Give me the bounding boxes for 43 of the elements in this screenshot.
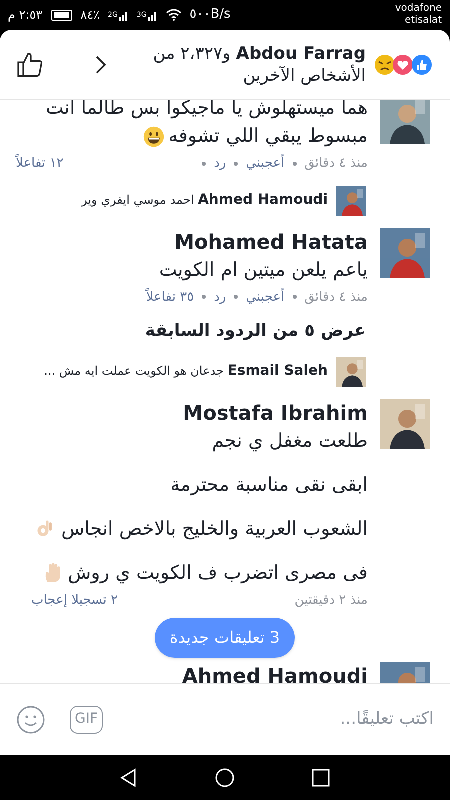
separator-dot-icon (292, 162, 297, 166)
comment-text: طلعت مغفل ي نجم (211, 428, 368, 454)
wifi-icon (166, 9, 182, 21)
reactions-count[interactable]: ٢ تسجيلا إعجاب (31, 590, 118, 610)
separator-dot-icon (202, 295, 206, 300)
recents-icon[interactable] (311, 768, 331, 788)
signal-icon (118, 10, 129, 20)
reactions-count[interactable]: ٣٥ تفاعلاً (146, 288, 194, 307)
comment-time: منذ ٢ دقيقتين (294, 592, 368, 610)
network-speed: ٥٠٠B/s (190, 6, 231, 24)
reaction-icons (374, 54, 434, 76)
carrier-name: vodafone (395, 3, 442, 15)
comment-input[interactable]: اكتب تعليقًا... (119, 706, 434, 732)
comment-text: ياعم يلعن ميتين ام الكويت (158, 258, 368, 283)
signal-icon (148, 10, 158, 20)
new-comments-button[interactable]: 3 تعليقات جديدة (155, 618, 295, 658)
commenter-name[interactable]: Mostafa Ibrahim (31, 398, 368, 426)
carrier-name: etisalat (404, 15, 442, 27)
like-link[interactable]: أعجبني (246, 288, 285, 307)
battery-percent: ٨٤٪ (80, 7, 100, 24)
comment-text: الشعوب العربية والخليج بالاخص انجاس (31, 514, 368, 542)
grinning-face-icon (142, 126, 165, 148)
reply-link[interactable]: رد (214, 288, 226, 307)
commenter-name[interactable]: Ahmed Hamoudi (182, 662, 368, 683)
reply-link[interactable]: رد (214, 154, 226, 174)
back-icon[interactable] (119, 768, 139, 788)
view-previous-replies-link[interactable]: عرض ٥ من الردود السابقة (145, 319, 450, 344)
separator-dot-icon (234, 295, 238, 300)
comment-text: ابقى نقى مناسبة محترمة (170, 472, 368, 498)
separator-dot-icon (202, 162, 206, 166)
emoji-icon[interactable] (16, 704, 46, 734)
like-link[interactable]: أعجبني (246, 154, 285, 174)
reactions-count[interactable]: ١٢ تفاعلاً (16, 154, 64, 174)
comment-time: منذ ٤ دقائق (304, 155, 368, 173)
gif-button[interactable]: GIF (70, 706, 104, 734)
separator-dot-icon (292, 295, 297, 300)
home-icon[interactable] (215, 768, 235, 788)
comment-text: فى مصرى اتضرب ف الكويت ي روش (31, 558, 368, 586)
separator-dot-icon (234, 162, 238, 166)
battery-icon (50, 10, 73, 20)
commenter-name[interactable]: Mohamed Hatata (146, 228, 368, 256)
clock: ٢:٥٣ م (8, 7, 43, 24)
comment-time: منذ ٤ دقائق (304, 288, 368, 306)
